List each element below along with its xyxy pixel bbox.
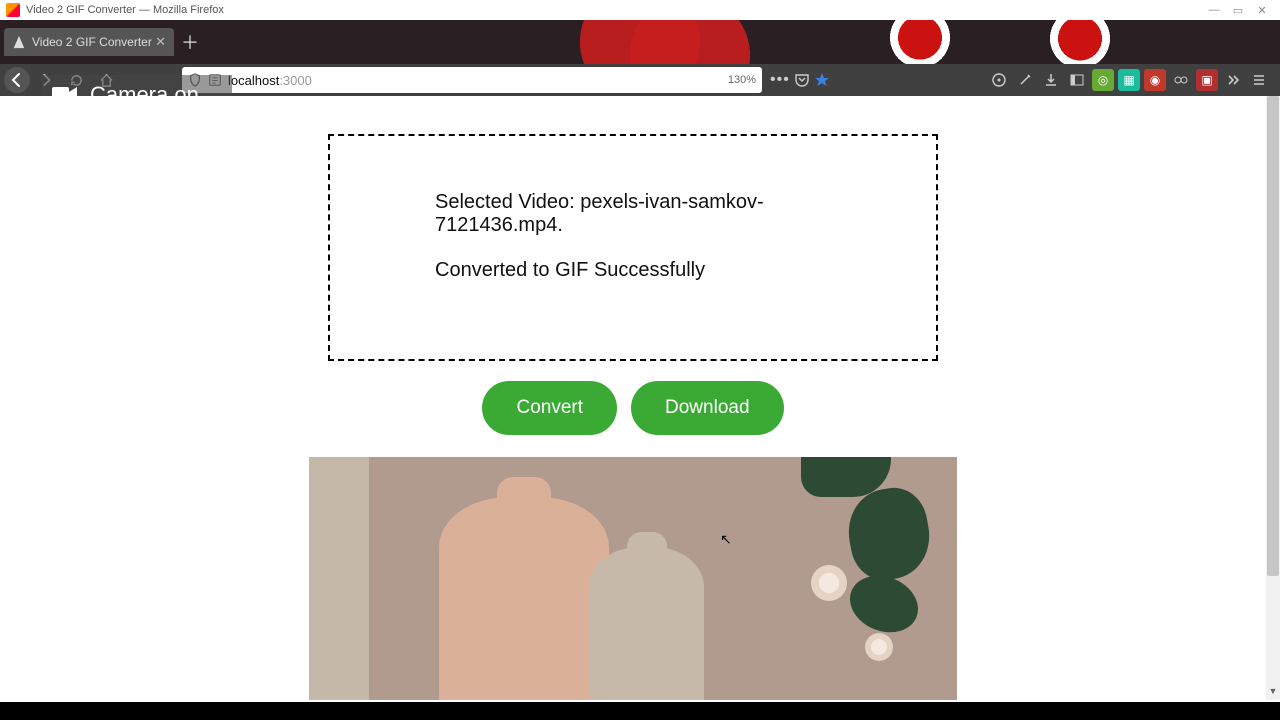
window-minimize-button[interactable]: —	[1202, 4, 1226, 16]
ext-sidebar-icon[interactable]	[1066, 69, 1088, 91]
ext-target-icon[interactable]	[988, 69, 1010, 91]
zoom-level[interactable]: 130%	[728, 74, 756, 86]
ext-download-icon[interactable]	[1040, 69, 1062, 91]
page-actions: •••	[770, 71, 830, 89]
bookmark-star-icon[interactable]	[814, 72, 830, 88]
scrollbar-thumb[interactable]	[1267, 96, 1279, 576]
os-titlebar: Video 2 GIF Converter — Mozilla Firefox …	[0, 0, 1280, 20]
ext-link-icon[interactable]	[1170, 69, 1192, 91]
gif-preview	[309, 457, 957, 700]
bottom-letterbox	[0, 702, 1280, 720]
page-actions-button[interactable]: •••	[770, 71, 790, 89]
toolbar-overflow-icon[interactable]	[1222, 69, 1244, 91]
drop-zone[interactable]: Selected Video: pexels-ivan-samkov-71214…	[328, 134, 938, 361]
scroll-down-icon[interactable]: ▼	[1266, 686, 1280, 700]
tab-close-icon[interactable]: ✕	[155, 34, 166, 50]
browser-tab-active[interactable]: Video 2 GIF Converter ✕	[4, 28, 174, 56]
tab-title: Video 2 GIF Converter	[32, 35, 155, 49]
selected-video-text: Selected Video: pexels-ivan-samkov-71214…	[435, 191, 831, 237]
ext-wand-icon[interactable]	[1014, 69, 1036, 91]
pocket-icon[interactable]	[794, 72, 810, 88]
toolbar-extensions: ◎ ▦ ◉ ▣	[988, 69, 1276, 91]
vertical-scrollbar[interactable]: ▲ ▼	[1266, 96, 1280, 700]
back-button[interactable]	[4, 67, 30, 93]
new-tab-button[interactable]: ＋	[178, 30, 202, 54]
window-maximize-button[interactable]: ▭	[1226, 4, 1250, 17]
ext-red-2-icon[interactable]: ▣	[1196, 69, 1218, 91]
window-close-button[interactable]: ✕	[1250, 4, 1274, 17]
browser-tab-strip: Video 2 GIF Converter ✕ ＋	[0, 20, 1280, 64]
url-bar[interactable]: localhost:3000 130%	[182, 67, 762, 93]
mouse-cursor-icon: ↖	[720, 531, 732, 548]
ext-grid-icon[interactable]: ▦	[1118, 69, 1140, 91]
firefox-icon	[6, 3, 20, 17]
convert-button[interactable]: Convert	[482, 381, 617, 435]
tab-favicon	[12, 35, 26, 49]
ext-red-1-icon[interactable]: ◉	[1144, 69, 1166, 91]
hamburger-menu-icon[interactable]	[1248, 69, 1270, 91]
download-button[interactable]: Download	[631, 381, 784, 435]
url-host: localhost	[228, 73, 279, 88]
window-title: Video 2 GIF Converter — Mozilla Firefox	[26, 4, 224, 16]
status-text: Converted to GIF Successfully	[435, 259, 831, 282]
url-port: :3000	[279, 73, 312, 88]
ext-green-icon[interactable]: ◎	[1092, 69, 1114, 91]
page-viewport: Selected Video: pexels-ivan-samkov-71214…	[0, 96, 1266, 700]
action-buttons: Convert Download	[0, 381, 1266, 435]
